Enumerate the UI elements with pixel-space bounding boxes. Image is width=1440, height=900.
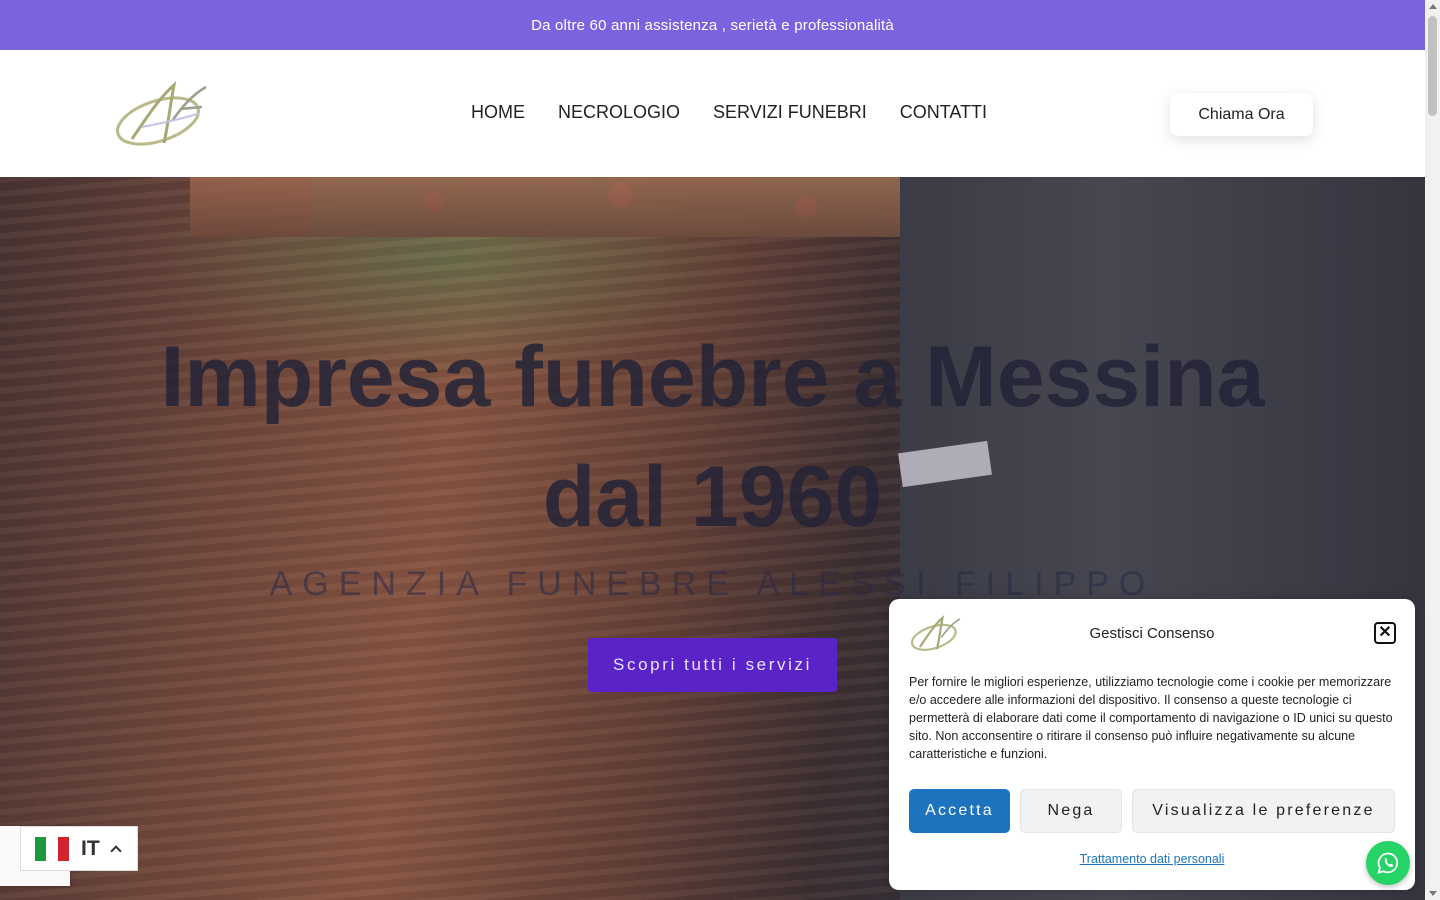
consent-text: Per fornire le migliori esperienze, util… [909, 675, 1393, 761]
consent-title: Gestisci Consenso [1089, 625, 1215, 642]
hero-title-line2: dal 1960 [542, 449, 883, 545]
nav-contatti[interactable]: CONTATTI [900, 102, 987, 123]
deny-button[interactable]: Nega [1020, 789, 1122, 833]
page: Da oltre 60 anni assistenza , serietà e … [0, 0, 1440, 900]
privacy-link[interactable]: Trattamento dati personali [889, 852, 1415, 866]
whatsapp-glyph-icon [1377, 852, 1399, 874]
nav-necrologio[interactable]: NECROLOGIO [558, 102, 680, 123]
announcement-bar: Da oltre 60 anni assistenza , serietà e … [0, 0, 1425, 50]
nav-servizi-funebri[interactable]: SERVIZI FUNEBRI [713, 102, 867, 123]
italy-flag-icon [35, 836, 69, 861]
hero-title: Impresa funebre a Messina dal 1960 [0, 317, 1425, 557]
main-nav: HOME NECROLOGIO SERVIZI FUNEBRI CONTATTI [471, 102, 987, 123]
nav-home[interactable]: HOME [471, 102, 525, 123]
consent-buttons: Accetta Nega Visualizza le preferenze [909, 789, 1395, 833]
cookie-consent-dialog: Gestisci Consenso ✕ Per fornire le migli… [889, 599, 1415, 890]
language-code: IT [81, 836, 100, 860]
chevron-up-icon [110, 845, 122, 857]
page-scrollbar[interactable] [1425, 0, 1440, 900]
accept-button[interactable]: Accetta [909, 789, 1010, 833]
af-monogram-logo[interactable] [112, 77, 212, 149]
scroll-down-arrow-icon[interactable] [1429, 891, 1437, 896]
discover-services-button[interactable]: Scopri tutti i servizi [588, 638, 837, 692]
scrollbar-thumb[interactable] [1428, 16, 1437, 116]
announcement-text: Da oltre 60 anni assistenza , serietà e … [531, 16, 894, 34]
site-header: HOME NECROLOGIO SERVIZI FUNEBRI CONTATTI… [0, 50, 1425, 177]
view-preferences-button[interactable]: Visualizza le preferenze [1132, 789, 1395, 833]
close-icon[interactable]: ✕ [1374, 622, 1396, 644]
hero-title-line1: Impresa funebre a Messina [160, 329, 1265, 425]
scroll-up-arrow-icon[interactable] [1429, 4, 1437, 9]
whatsapp-icon[interactable] [1366, 841, 1410, 885]
language-switcher[interactable]: IT [20, 826, 138, 871]
call-now-button[interactable]: Chiama Ora [1170, 93, 1313, 136]
